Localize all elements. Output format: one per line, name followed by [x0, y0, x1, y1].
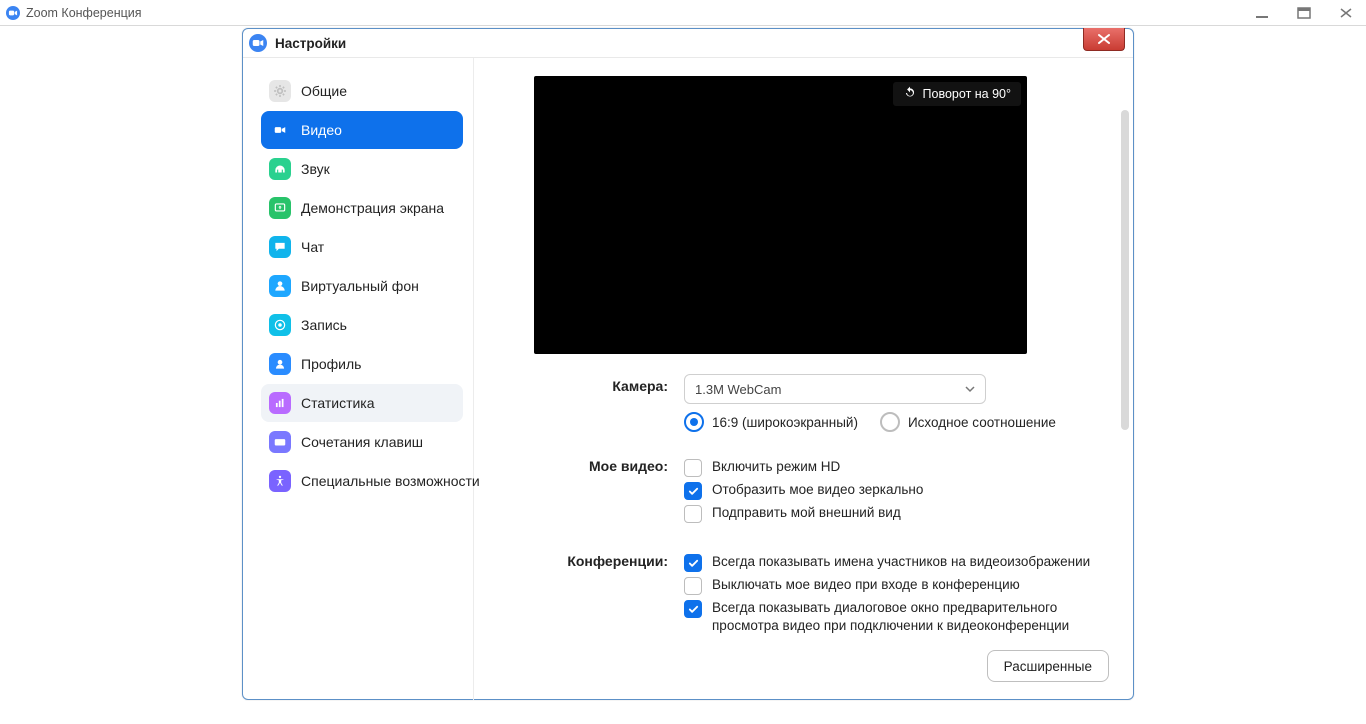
my-video-touchup-checkbox[interactable]: Подправить мой внешний вид — [684, 504, 1111, 523]
checkbox-label: Подправить мой внешний вид — [712, 504, 901, 522]
sidebar-item-shortcuts[interactable]: Сочетания клавиш — [261, 423, 463, 461]
settings-dialog: Настройки Общие Видео Звук Демонстрация экр… — [242, 28, 1134, 700]
checkbox-label: Всегда показывать имена участников на ви… — [712, 553, 1090, 571]
person-icon — [269, 275, 291, 297]
checkbox-label: Отобразить мое видео зеркально — [712, 481, 923, 499]
meeting-preview-checkbox[interactable]: Всегда показывать диалоговое окно предва… — [684, 599, 1111, 635]
sidebar-item-label: Сочетания клавиш — [301, 434, 423, 450]
record-icon — [269, 314, 291, 336]
outer-close-button[interactable] — [1332, 4, 1360, 22]
sidebar-item-audio[interactable]: Звук — [261, 150, 463, 188]
radio-icon — [684, 412, 704, 432]
outer-window-title: Zoom Конференция — [26, 6, 142, 20]
sidebar-item-vbg[interactable]: Виртуальный фон — [261, 267, 463, 305]
advanced-button-label: Расширенные — [1004, 659, 1092, 674]
camera-section-label: Камера: — [534, 374, 684, 394]
sidebar-item-label: Видео — [301, 122, 342, 138]
advanced-button[interactable]: Расширенные — [987, 650, 1109, 682]
sidebar-item-label: Специальные возможности — [301, 473, 480, 489]
video-preview: Поворот на 90° — [534, 76, 1027, 354]
dialog-title: Настройки — [275, 36, 346, 51]
my-video-hd-checkbox[interactable]: Включить режим HD — [684, 458, 1111, 477]
gear-icon — [269, 80, 291, 102]
rotate-90-button[interactable]: Поворот на 90° — [893, 82, 1021, 106]
settings-main-panel: Поворот на 90° Камера: 1.3M WebCam 16:9 … — [474, 58, 1133, 700]
settings-sidebar: Общие Видео Звук Демонстрация экрана Чат Вирт… — [243, 58, 474, 700]
dialog-close-button[interactable] — [1083, 28, 1125, 51]
checkbox-icon — [684, 505, 702, 523]
keyboard-icon — [269, 431, 291, 453]
scrollbar[interactable] — [1121, 110, 1129, 430]
sidebar-item-share[interactable]: Демонстрация экрана — [261, 189, 463, 227]
checkbox-label: Выключать мое видео при входе в конферен… — [712, 576, 1020, 594]
aspect-original-label: Исходное соотношение — [908, 415, 1056, 430]
aspect-wide-radio[interactable]: 16:9 (широкоэкранный) — [684, 412, 858, 432]
sidebar-item-label: Чат — [301, 239, 324, 255]
sidebar-item-label: Общие — [301, 83, 347, 99]
camera-select[interactable]: 1.3M WebCam — [684, 374, 986, 404]
sidebar-item-label: Статистика — [301, 395, 375, 411]
aspect-original-radio[interactable]: Исходное соотношение — [880, 412, 1056, 432]
checkbox-icon — [684, 554, 702, 572]
sidebar-item-chat[interactable]: Чат — [261, 228, 463, 266]
sidebar-item-label: Звук — [301, 161, 330, 177]
sidebar-item-general[interactable]: Общие — [261, 72, 463, 110]
rotate-label: Поворот на 90° — [923, 87, 1011, 101]
my-video-section-label: Мое видео: — [534, 454, 684, 474]
sidebar-item-video[interactable]: Видео — [261, 111, 463, 149]
outer-window-titlebar: Zoom Конференция — [0, 0, 1366, 26]
sidebar-item-stats[interactable]: Статистика — [261, 384, 463, 422]
meeting-offjoin-checkbox[interactable]: Выключать мое видео при входе в конферен… — [684, 576, 1111, 595]
chevron-down-icon — [965, 382, 975, 397]
checkbox-icon — [684, 600, 702, 618]
headphones-icon — [269, 158, 291, 180]
sidebar-item-label: Профиль — [301, 356, 361, 372]
chat-icon — [269, 236, 291, 258]
checkbox-label: Всегда показывать диалоговое окно предва… — [712, 599, 1111, 635]
checkbox-icon — [684, 577, 702, 595]
radio-icon — [880, 412, 900, 432]
accessibility-icon — [269, 470, 291, 492]
my-video-mirror-checkbox[interactable]: Отобразить мое видео зеркально — [684, 481, 1111, 500]
checkbox-label: Включить режим HD — [712, 458, 840, 476]
camera-select-value: 1.3M WebCam — [695, 382, 781, 397]
zoom-app-icon — [6, 6, 20, 20]
video-icon — [269, 119, 291, 141]
bars-icon — [269, 392, 291, 414]
dialog-titlebar: Настройки — [243, 29, 1133, 58]
outer-minimize-button[interactable] — [1248, 4, 1276, 22]
sidebar-item-label: Виртуальный фон — [301, 278, 419, 294]
sidebar-item-record[interactable]: Запись — [261, 306, 463, 344]
meeting-names-checkbox[interactable]: Всегда показывать имена участников на ви… — [684, 553, 1111, 572]
sidebar-item-accessibility[interactable]: Специальные возможности — [261, 462, 463, 500]
sidebar-item-label: Демонстрация экрана — [301, 200, 444, 216]
sidebar-item-label: Запись — [301, 317, 347, 333]
outer-maximize-button[interactable] — [1290, 4, 1318, 22]
sidebar-item-profile[interactable]: Профиль — [261, 345, 463, 383]
zoom-icon — [249, 34, 267, 52]
share-icon — [269, 197, 291, 219]
profile-icon — [269, 353, 291, 375]
aspect-wide-label: 16:9 (широкоэкранный) — [712, 415, 858, 430]
checkbox-icon — [684, 459, 702, 477]
meetings-section-label: Конференции: — [534, 549, 684, 569]
rotate-icon — [903, 86, 917, 103]
checkbox-icon — [684, 482, 702, 500]
